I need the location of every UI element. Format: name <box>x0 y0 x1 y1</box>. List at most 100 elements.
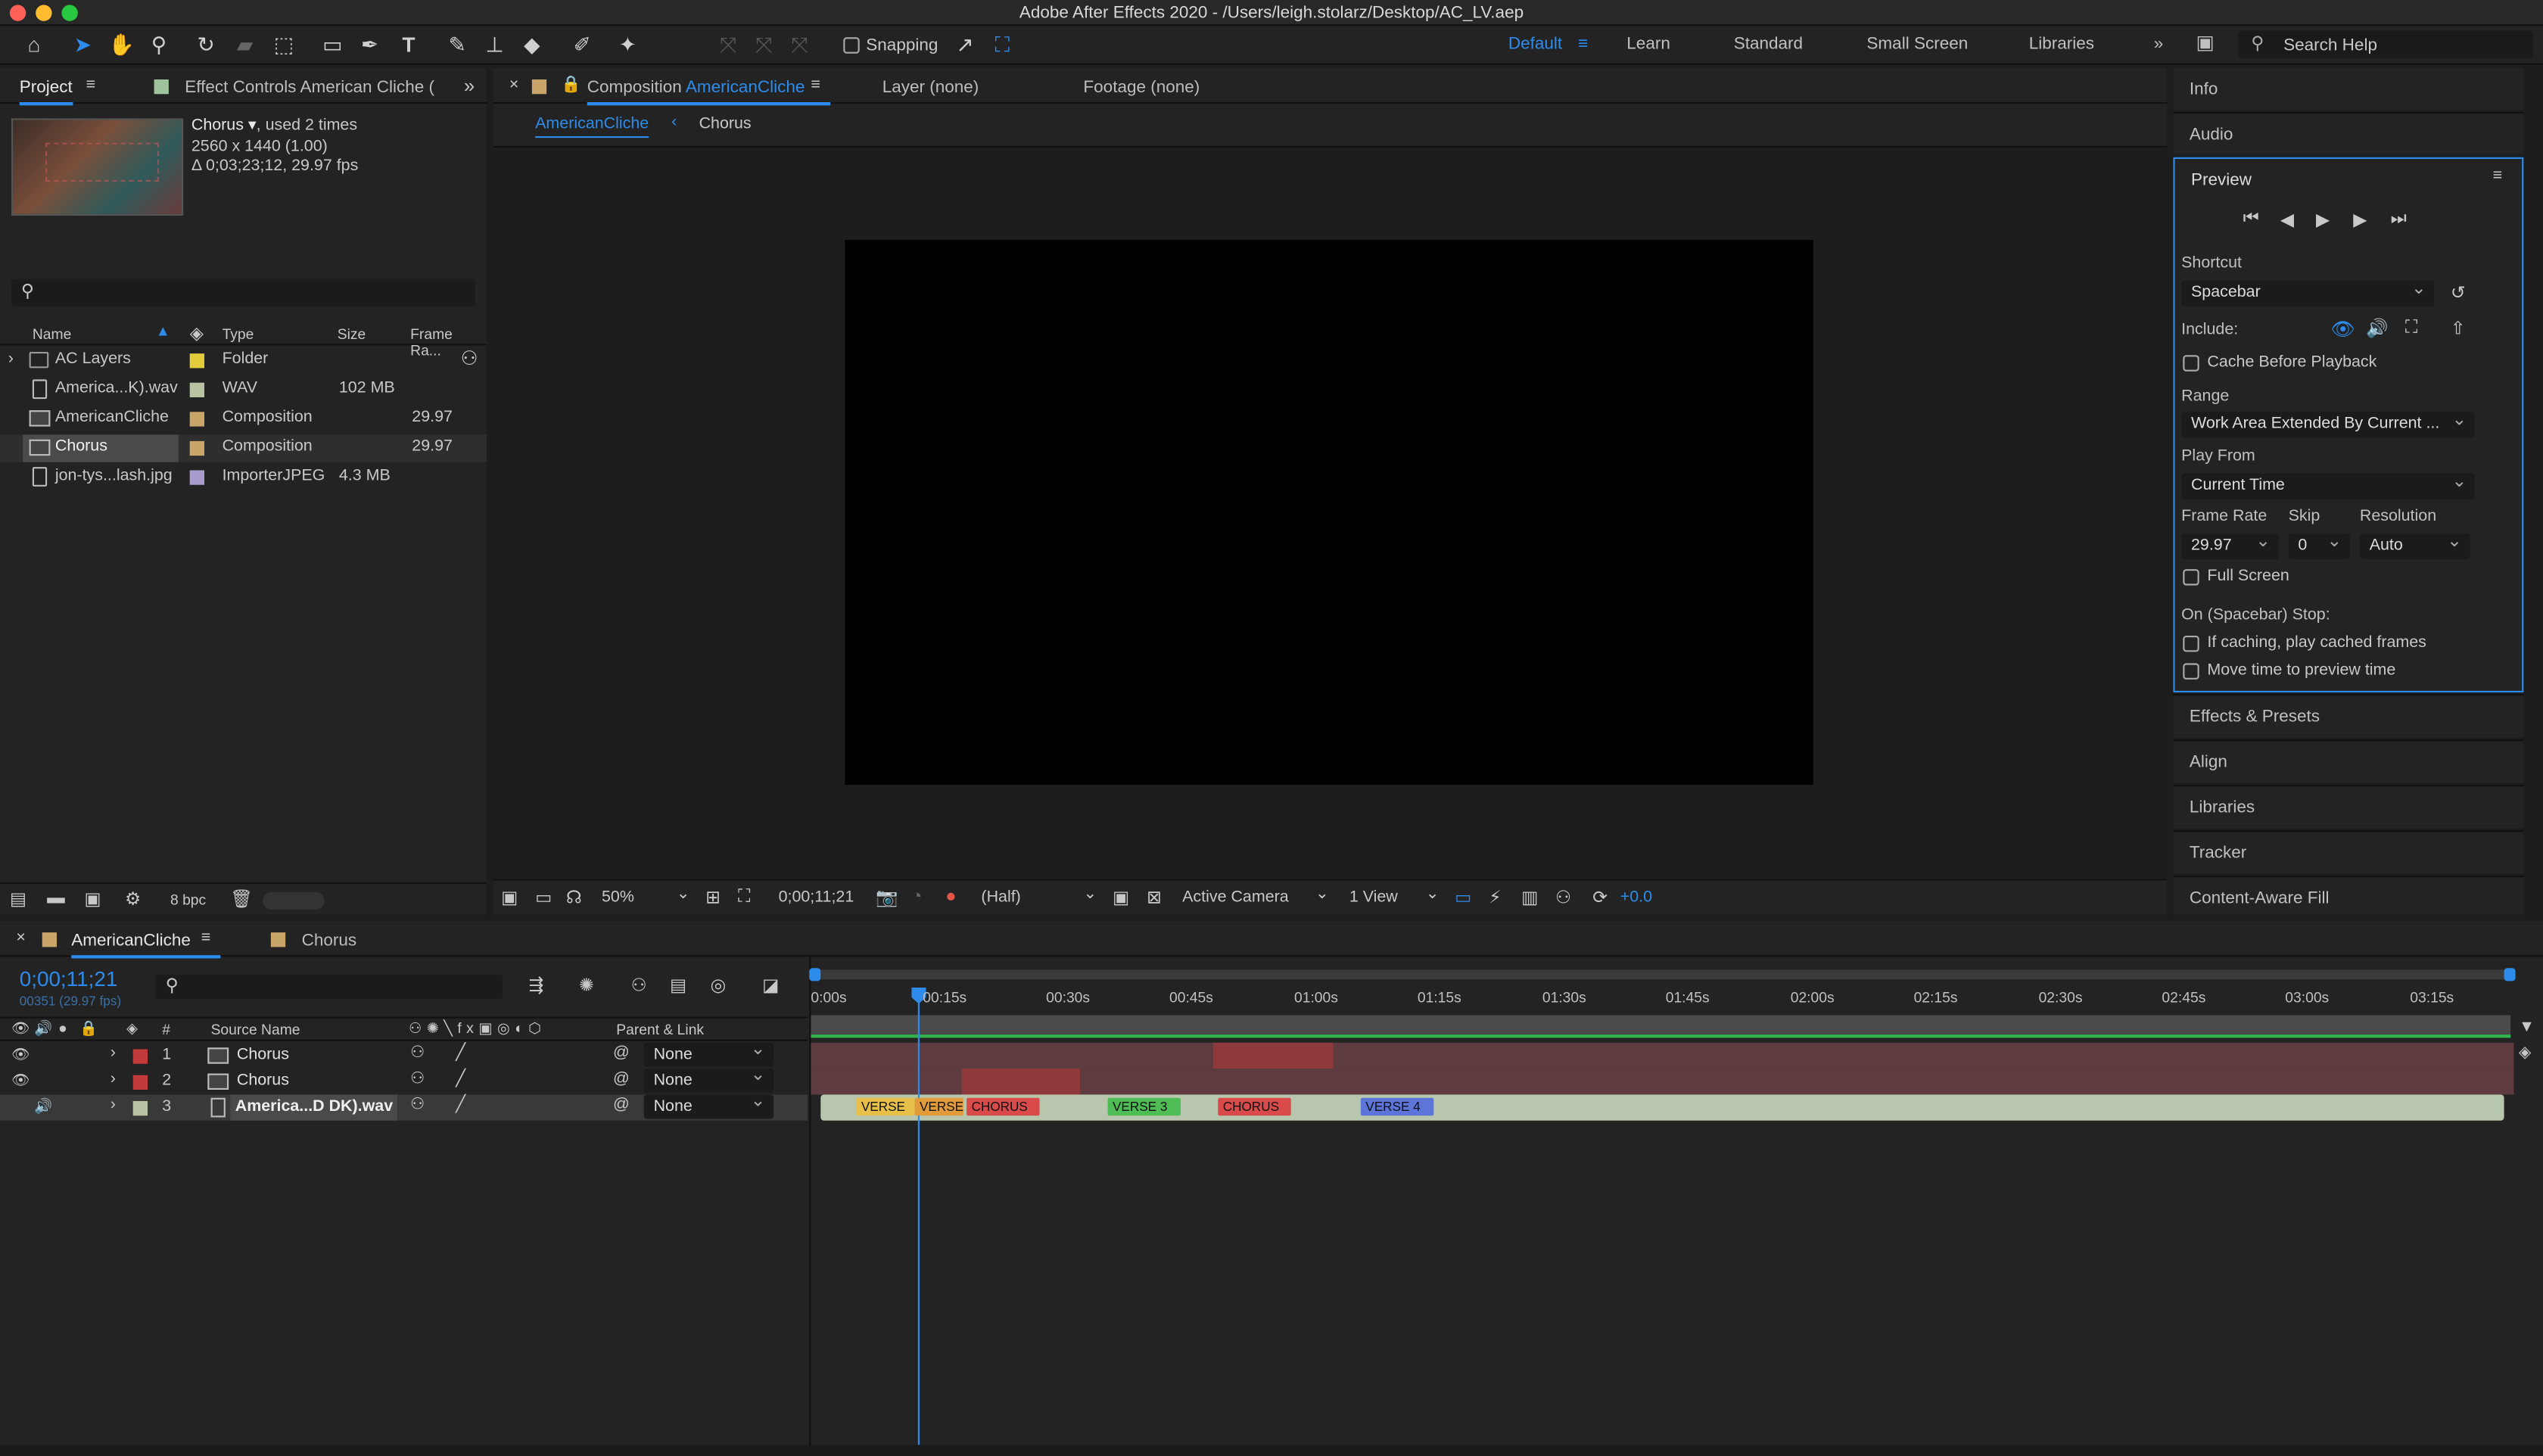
workspace-menu-icon[interactable]: ≡ <box>1578 34 1588 54</box>
video-eye-icon[interactable]: 👁 <box>11 1020 30 1038</box>
audio-panel-header[interactable]: Audio <box>2173 111 2524 154</box>
shy-switch-icon[interactable]: ⚇ <box>410 1044 425 1062</box>
flowchart-icon[interactable]: ⚇ <box>461 347 478 370</box>
effects-presets-panel-header[interactable]: Effects & Presets <box>2173 694 2524 738</box>
tab-americancliche[interactable]: AmericanCliche <box>71 931 220 959</box>
previous-frame-icon[interactable]: ◀ <box>2280 209 2294 231</box>
align-panel-header[interactable]: Align <box>2173 739 2524 783</box>
shy-switch-icon[interactable]: ⚇ <box>410 1097 425 1115</box>
content-aware-fill-panel-header[interactable]: Content-Aware Fill <box>2173 876 2524 915</box>
views-dropdown[interactable]: 1 View <box>1349 888 1398 907</box>
layer-marker[interactable]: CHORUS <box>966 1097 1040 1116</box>
close-tab-icon[interactable]: × <box>16 929 26 947</box>
project-item[interactable]: AmericanCliche Composition 29.97 <box>0 406 487 433</box>
if-caching-option[interactable]: If caching, play cached frames <box>2183 634 2426 652</box>
more-tabs-icon[interactable]: » <box>464 75 475 98</box>
expand-arrow-icon[interactable]: › <box>110 1044 116 1062</box>
layer-marker[interactable]: VERSE <box>856 1097 915 1116</box>
first-frame-icon[interactable]: ⏮ <box>2243 209 2259 230</box>
layer-marker[interactable]: VERSE 4 <box>1360 1097 1434 1116</box>
type-tool-icon[interactable]: T <box>394 31 424 61</box>
viewer-area[interactable] <box>493 145 2167 879</box>
tab-layer[interactable]: Layer (none) <box>882 78 979 98</box>
toggle-transparency-icon[interactable]: ⊠ <box>1147 887 1162 908</box>
toggle-pixel-aspect-icon[interactable]: ▭ <box>1455 887 1471 908</box>
clone-stamp-tool-icon[interactable]: ⊥ <box>480 31 509 61</box>
composition-canvas[interactable] <box>845 240 1813 786</box>
region-of-interest-icon[interactable]: ▣ <box>1113 887 1129 908</box>
chevron-down-icon[interactable]: ⌄ <box>1315 885 1329 904</box>
more-workspaces-icon[interactable]: » <box>2154 34 2164 54</box>
bit-depth-button[interactable]: 8 bpc <box>170 892 206 908</box>
project-settings-icon[interactable]: ⚙ <box>125 888 141 910</box>
exposure-value[interactable]: +0.0 <box>1620 888 1652 907</box>
current-time-indicator-line[interactable] <box>917 999 920 1456</box>
resolution-dropdown[interactable]: Auto <box>2359 529 2470 560</box>
close-tab-icon[interactable]: × <box>509 76 519 95</box>
project-item-selected[interactable]: Chorus Composition 29.97 <box>0 434 487 462</box>
layer-marker[interactable]: VERSE 3 <box>1107 1097 1181 1116</box>
reset-icon[interactable]: ↺ <box>2451 282 2466 303</box>
snapshot-camera-icon[interactable]: 📷 <box>876 887 898 908</box>
include-video-eye-icon[interactable]: 👁 <box>2330 318 2355 341</box>
layer-marker[interactable]: VERSE <box>914 1097 963 1116</box>
label-color-swatch[interactable] <box>189 412 204 427</box>
move-time-checkbox[interactable] <box>2183 662 2199 679</box>
axis-view-icon[interactable]: ⤧ <box>785 31 814 61</box>
column-size[interactable]: Size <box>338 326 366 342</box>
label-column-icon[interactable]: ◈ <box>190 322 204 344</box>
expand-arrow-icon[interactable]: › <box>8 350 14 369</box>
eraser-tool-icon[interactable]: ◆ <box>518 31 547 61</box>
snap-icon[interactable]: ↗ <box>951 31 980 61</box>
reset-exposure-icon[interactable]: ⟳ <box>1592 887 1608 908</box>
search-help-field[interactable]: ⚲ Search Help <box>2238 30 2534 59</box>
quality-switch-icon[interactable]: ╱ <box>456 1070 465 1088</box>
graph-editor-icon[interactable]: ◪ <box>762 975 779 996</box>
workspace-small-screen[interactable]: Small Screen <box>1866 34 1968 54</box>
last-frame-icon[interactable]: ⏭ <box>2391 209 2407 230</box>
layer-label-color[interactable] <box>132 1075 148 1090</box>
project-item[interactable]: America...K).wav WAV 102 MB <box>0 376 487 403</box>
rotate-tool-icon[interactable]: ↻ <box>191 31 221 61</box>
interpret-footage-icon[interactable]: ▤ <box>10 888 26 910</box>
current-time-display[interactable]: 0;00;11;21 <box>779 888 854 907</box>
breadcrumb-americancliche[interactable]: AmericanCliche <box>535 115 649 138</box>
expand-arrow-icon[interactable]: › <box>110 1097 116 1115</box>
pickwhip-marker-icon[interactable]: ◈ <box>2519 1044 2532 1062</box>
monitor-icon[interactable]: ▭ <box>535 887 552 908</box>
layer-2-bar[interactable] <box>811 1069 2514 1095</box>
layer-marker[interactable]: CHORUS <box>1218 1097 1291 1116</box>
mask-visibility-icon[interactable]: ☊ <box>566 887 582 908</box>
layer-row[interactable]: 👁 › 1 Chorus ⚇ ╱ @ None <box>0 1038 808 1069</box>
layer-row[interactable]: 👁 › 2 Chorus ⚇ ╱ @ None <box>0 1064 808 1094</box>
video-eye-icon[interactable]: 👁 <box>11 1046 30 1064</box>
quality-switch-icon[interactable]: ╱ <box>456 1044 465 1062</box>
label-tag-icon[interactable]: ◈ <box>126 1020 138 1038</box>
shy-switch-icon[interactable]: ⚇ <box>410 1070 425 1088</box>
thumbnail-size-slider[interactable] <box>263 891 325 910</box>
layer-label-color[interactable] <box>132 1049 148 1064</box>
snapping-checkbox[interactable] <box>843 37 860 54</box>
play-icon[interactable]: ▶ <box>2316 209 2330 231</box>
resolution-dropdown[interactable]: (Half) <box>981 888 1020 907</box>
play-from-dropdown[interactable]: Current Time <box>2181 468 2475 499</box>
full-screen-checkbox[interactable] <box>2183 568 2199 585</box>
frame-rate-dropdown[interactable]: 29.97 <box>2181 529 2279 560</box>
pan-behind-tool-icon[interactable]: ⬚ <box>269 31 299 61</box>
home-icon[interactable]: ⌂ <box>20 31 49 61</box>
panel-menu-icon[interactable]: ≡ <box>86 76 96 95</box>
label-color-swatch[interactable] <box>189 470 204 485</box>
fast-previews-icon[interactable]: ⚡ <box>1489 887 1502 908</box>
tab-composition[interactable]: Composition AmericanCliche <box>587 78 831 106</box>
layer-3-audio-bar[interactable] <box>820 1094 2504 1121</box>
workspace-default[interactable]: Default <box>1508 34 1562 54</box>
puppet-tool-icon[interactable]: ✦ <box>613 31 643 61</box>
layer-1-bar[interactable] <box>811 1042 2514 1069</box>
flowchart-icon[interactable]: ⚇ <box>1555 887 1571 908</box>
motion-blur-icon[interactable]: ◎ <box>711 975 727 996</box>
column-type[interactable]: Type <box>223 326 254 342</box>
pickwhip-icon[interactable]: @ <box>613 1044 630 1062</box>
comp-marker-bin-icon[interactable]: ▼ <box>2519 1019 2535 1037</box>
shortcut-dropdown[interactable]: Spacebar <box>2181 275 2435 306</box>
chevron-down-icon[interactable]: ⌄ <box>1083 885 1097 904</box>
